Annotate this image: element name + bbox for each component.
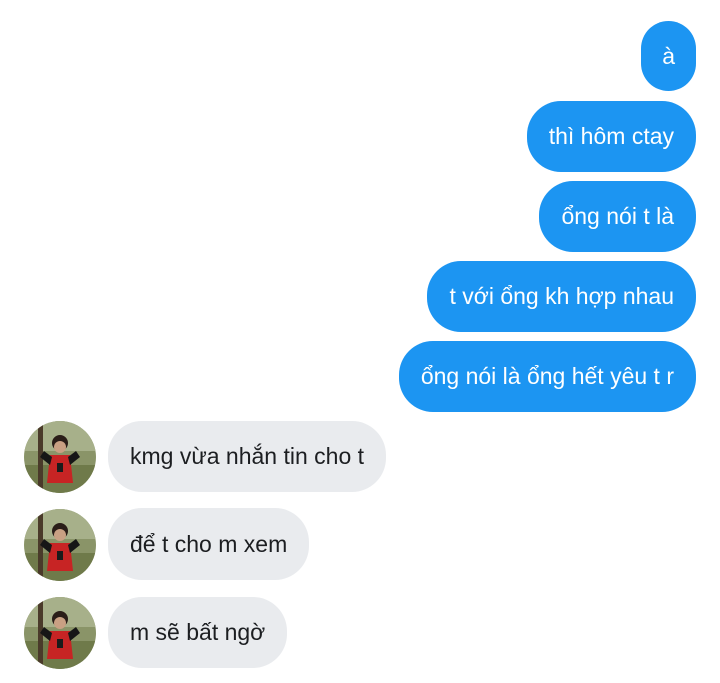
sent-message[interactable]: thì hôm ctay	[526, 101, 696, 172]
sent-message[interactable]: t với ổng kh hợp nhau	[427, 261, 696, 332]
message-text: thì hôm ctay	[548, 123, 674, 149]
sent-message[interactable]: à	[641, 21, 696, 91]
profile-photo	[24, 597, 96, 669]
message-text: ổng nói t là	[561, 203, 674, 229]
message-text: kmg vừa nhắn tin cho t	[130, 443, 365, 469]
received-message[interactable]: để t cho m xem	[108, 508, 310, 580]
message-text: ổng nói là ổng hết yêu t r	[420, 363, 674, 389]
avatar[interactable]	[24, 509, 96, 581]
message-text: m sẽ bất ngờ	[130, 619, 266, 645]
message-thread: à thì hôm ctay ổng nói t là t với ổng kh…	[0, 0, 720, 683]
message-text: à	[662, 42, 675, 69]
received-message[interactable]: kmg vừa nhắn tin cho t	[108, 421, 387, 492]
sent-message[interactable]: ổng nói t là	[539, 181, 696, 252]
received-message[interactable]: m sẽ bất ngờ	[108, 597, 288, 668]
profile-photo	[24, 509, 96, 581]
avatar[interactable]	[24, 597, 96, 669]
profile-photo	[24, 421, 96, 493]
sent-message[interactable]: ổng nói là ổng hết yêu t r	[398, 341, 696, 412]
message-text: t với ổng kh hợp nhau	[449, 283, 674, 309]
avatar[interactable]	[24, 421, 96, 493]
message-text: để t cho m xem	[130, 530, 288, 557]
